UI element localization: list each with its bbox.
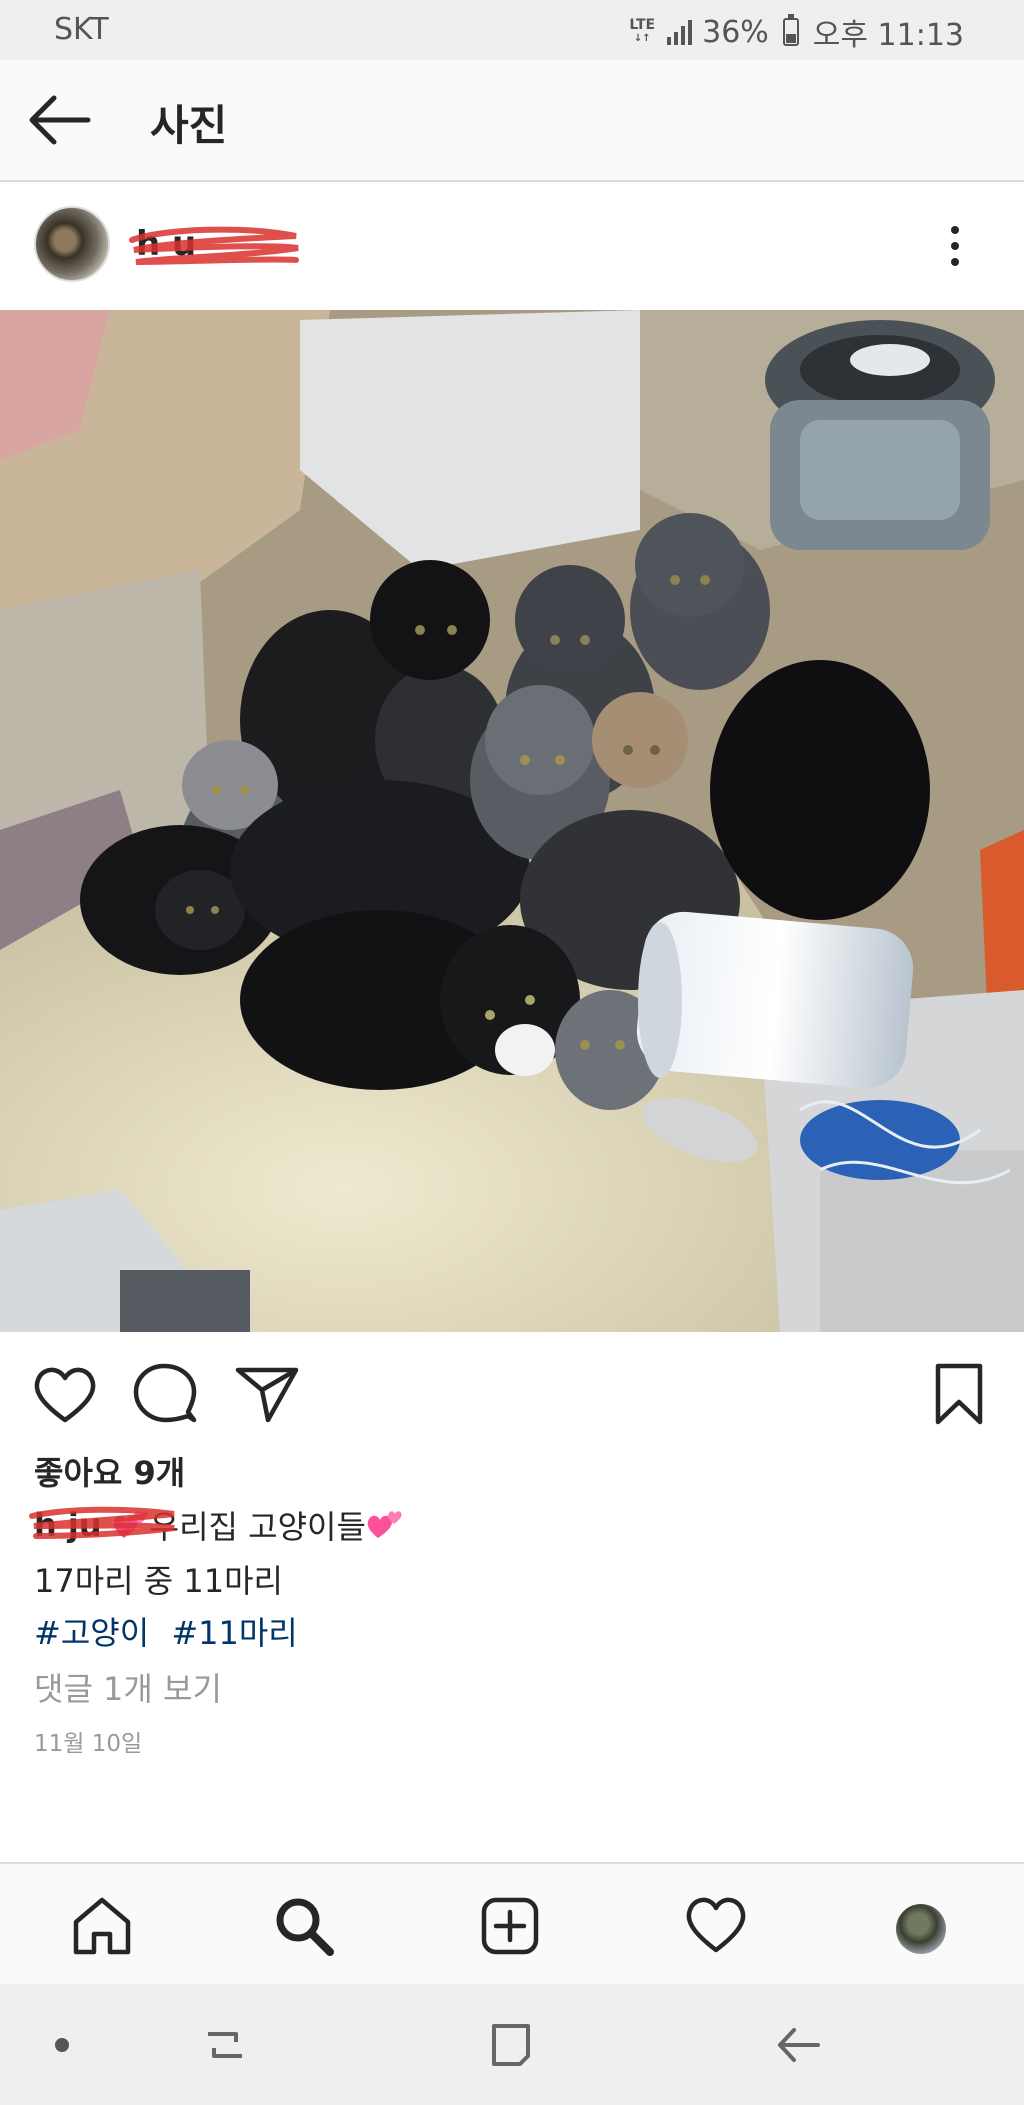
carrier-label: SKT <box>54 12 109 47</box>
hashtags: #고양이 #11마리 <box>34 1608 310 1654</box>
home-icon[interactable] <box>70 1894 134 1958</box>
post-photo[interactable] <box>0 310 1024 1332</box>
heart-icon[interactable] <box>684 1894 748 1958</box>
status-bar: SKT LTE ↓↑ 36% 오후 11:13 <box>0 0 1024 60</box>
lte-icon: LTE ↓↑ <box>629 17 656 44</box>
dot-icon <box>55 2038 69 2052</box>
hashtag-link[interactable]: #고양이 <box>34 1614 149 1652</box>
recent-apps-icon[interactable] <box>200 2020 250 2070</box>
profile-avatar-icon[interactable] <box>896 1904 946 1954</box>
status-icons: LTE ↓↑ 36% 오후 11:13 <box>629 10 964 54</box>
caption: h ju 우리집 고양이들 <box>29 1502 404 1548</box>
redaction-scribble <box>29 1506 175 1539</box>
home-button-icon[interactable] <box>486 2020 536 2070</box>
add-post-icon[interactable] <box>478 1894 542 1958</box>
bottom-tab-bar <box>0 1862 1024 1984</box>
cats-photo-illustration <box>0 310 1024 1332</box>
search-icon[interactable] <box>272 1894 336 1958</box>
caption-text: 우리집 고양이들 <box>149 1508 366 1546</box>
post-header: h u <box>0 182 1024 308</box>
heart-icon[interactable] <box>30 1362 100 1426</box>
send-icon[interactable] <box>232 1362 302 1426</box>
more-vertical-icon[interactable] <box>945 222 965 272</box>
page-title: 사진 <box>150 101 228 150</box>
view-comments-link[interactable]: 댓글 1개 보기 <box>34 1664 222 1710</box>
hashtag-link[interactable]: #11마리 <box>171 1614 297 1652</box>
clock: 오후 11:13 <box>812 18 964 53</box>
caption-username[interactable]: h ju <box>29 1506 175 1544</box>
signal-icon <box>667 19 693 45</box>
app-bar: 사진 <box>0 60 1024 182</box>
system-nav-bar <box>0 1984 1024 2105</box>
likes-count[interactable]: 좋아요 9개 <box>34 1448 185 1494</box>
bookmark-icon[interactable] <box>924 1362 994 1426</box>
back-button-icon[interactable] <box>774 2020 824 2070</box>
post-actions <box>0 1332 1024 1442</box>
redaction-scribble <box>129 226 299 265</box>
avatar[interactable] <box>34 206 110 282</box>
caption-line-2: 17마리 중 11마리 <box>34 1562 283 1600</box>
two-hearts-emoji-icon <box>367 1511 402 1538</box>
comment-icon[interactable] <box>130 1362 200 1426</box>
arrow-left-icon[interactable] <box>28 94 92 146</box>
battery-icon <box>782 14 799 46</box>
post-date: 11월 10일 <box>34 1731 143 1757</box>
battery-percent: 36% <box>702 14 769 50</box>
